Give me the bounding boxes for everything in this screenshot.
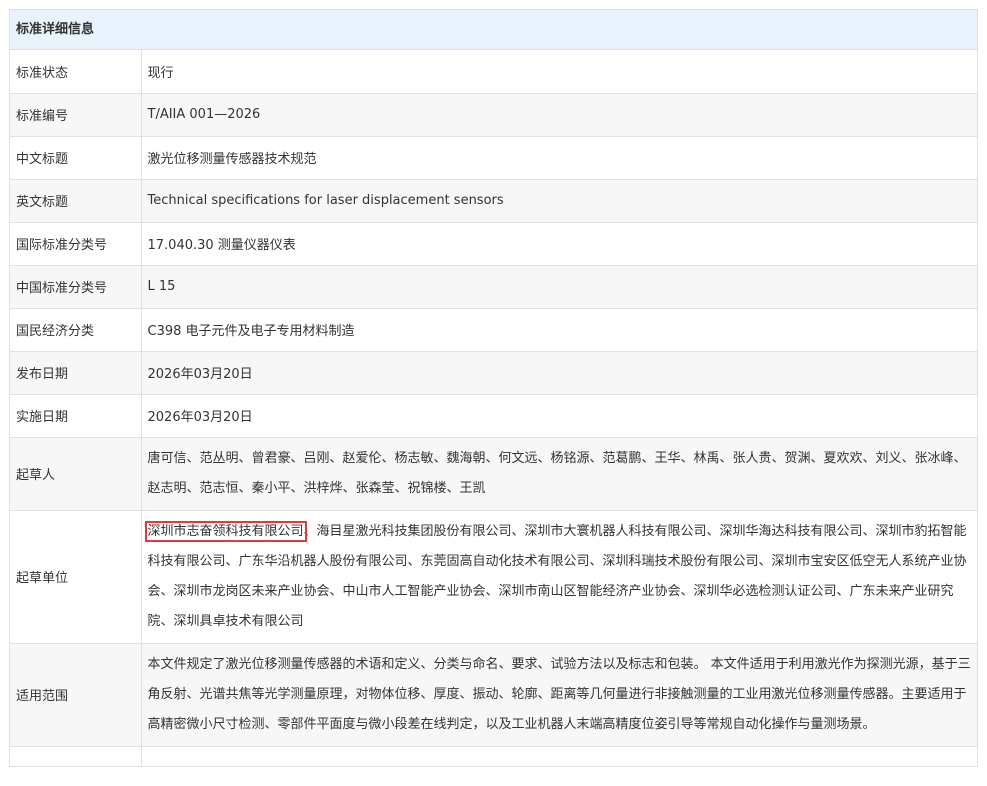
row-label: 国民经济分类 — [10, 308, 142, 352]
table-row-ics: 国际标准分类号 17.040.30 测量仪器仪表 — [10, 222, 977, 266]
table-row-ccs: 中国标准分类号 L 15 — [10, 265, 977, 309]
row-value: 现行 — [141, 50, 977, 94]
row-value: C398 电子元件及电子专用材料制造 — [141, 308, 977, 352]
row-value: T/AIIA 001—2026 — [141, 93, 977, 137]
panel-title: 标准详细信息 — [10, 10, 977, 50]
table-row-status: 标准状态 现行 — [10, 50, 977, 94]
row-value: Technical specifications for laser displ… — [141, 179, 977, 223]
table-row-effective-date: 实施日期 2026年03月20日 — [10, 394, 977, 438]
row-value: L 15 — [141, 265, 977, 309]
row-label: 起草单位 — [10, 510, 142, 644]
row-value: 激光位移测量传感器技术规范 — [141, 136, 977, 180]
row-label: 中国标准分类号 — [10, 265, 142, 309]
table-row-number: 标准编号 T/AIIA 001—2026 — [10, 93, 977, 137]
row-label: 国际标准分类号 — [10, 222, 142, 266]
row-value: 本文件规定了激光位移测量传感器的术语和定义、分类与命名、要求、试验方法以及标志和… — [141, 643, 977, 747]
row-label: 标准编号 — [10, 93, 142, 137]
row-value: 深圳市志奋领科技有限公司、海目星激光科技集团股份有限公司、深圳市大寰机器人科技有… — [141, 510, 977, 644]
table-row-next — [10, 746, 977, 767]
details-table: 标准状态 现行 标准编号 T/AIIA 001—2026 中文标题 激光位移测量… — [10, 50, 977, 767]
row-label — [10, 746, 142, 767]
row-value: 17.040.30 测量仪器仪表 — [141, 222, 977, 266]
row-value: 唐可信、范丛明、曾君豪、吕刚、赵爱伦、杨志敏、魏海朝、何文远、杨铭源、范葛鹏、王… — [141, 437, 977, 511]
row-label: 实施日期 — [10, 394, 142, 438]
standard-details-panel: 标准详细信息 标准状态 现行 标准编号 T/AIIA 001—2026 中文标题… — [9, 9, 978, 767]
table-row-economic-class: 国民经济分类 C398 电子元件及电子专用材料制造 — [10, 308, 977, 352]
row-label: 发布日期 — [10, 351, 142, 395]
company-list: 、海目星激光科技集团股份有限公司、深圳市大寰机器人科技有限公司、深圳华海达科技有… — [147, 523, 967, 629]
row-value: 2026年03月20日 — [141, 351, 977, 395]
row-label: 起草人 — [10, 437, 142, 511]
highlighted-company: 深圳市志奋领科技有限公司 — [144, 520, 307, 542]
row-label: 中文标题 — [10, 136, 142, 180]
table-row-scope: 适用范围 本文件规定了激光位移测量传感器的术语和定义、分类与命名、要求、试验方法… — [10, 643, 977, 747]
table-row-drafting-units: 起草单位 深圳市志奋领科技有限公司、海目星激光科技集团股份有限公司、深圳市大寰机… — [10, 510, 977, 644]
table-row-drafters: 起草人 唐可信、范丛明、曾君豪、吕刚、赵爱伦、杨志敏、魏海朝、何文远、杨铭源、范… — [10, 437, 977, 511]
row-label: 英文标题 — [10, 179, 142, 223]
row-value: 2026年03月20日 — [141, 394, 977, 438]
row-value — [141, 746, 977, 767]
row-label: 适用范围 — [10, 643, 142, 747]
table-row-english-title: 英文标题 Technical specifications for laser … — [10, 179, 977, 223]
row-label: 标准状态 — [10, 50, 142, 94]
table-row-publish-date: 发布日期 2026年03月20日 — [10, 351, 977, 395]
table-row-chinese-title: 中文标题 激光位移测量传感器技术规范 — [10, 136, 977, 180]
